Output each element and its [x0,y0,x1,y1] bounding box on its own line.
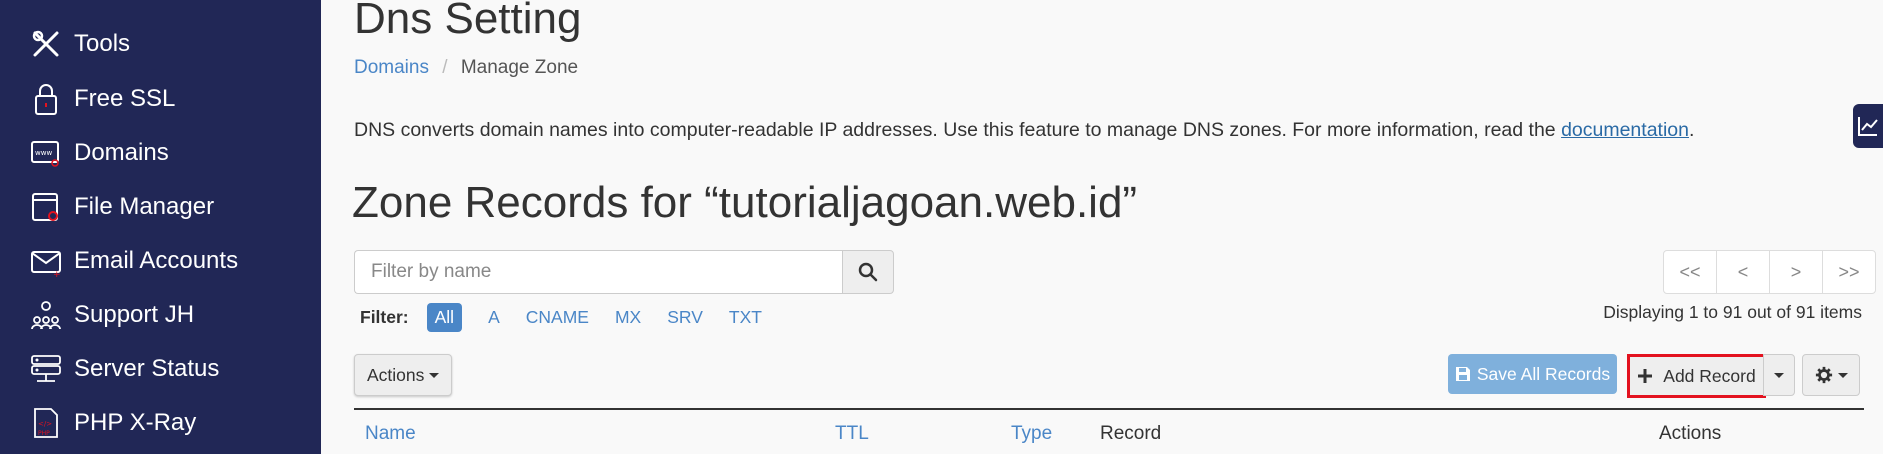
column-header-ttl[interactable]: TTL [835,423,869,445]
description-text: DNS converts domain names into computer-… [354,119,1562,141]
page-description: DNS converts domain names into computer-… [354,119,1694,142]
filter-bar: Filter: All A CNAME MX SRV TXT [360,303,788,332]
search-icon [858,262,878,282]
page-title: Dns Setting [354,0,582,43]
documentation-link[interactable]: documentation [1561,119,1689,141]
actions-label: Actions [367,364,425,385]
add-record-button[interactable]: Add Record [1627,354,1766,398]
filter-cname[interactable]: CNAME [526,307,589,328]
sidebar-item-tools[interactable]: Tools [28,22,130,66]
svg-text:+: + [53,270,61,278]
tools-icon [28,26,64,62]
search-button[interactable] [842,250,894,294]
column-header-actions: Actions [1659,423,1722,444]
prev-page-button[interactable]: < [1716,250,1770,294]
stats-side-tab[interactable] [1853,104,1883,148]
support-icon [28,297,64,333]
filter-label: Filter: [360,307,409,327]
svg-text:www: www [35,149,52,157]
description-end: . [1688,119,1695,141]
save-all-records-button[interactable]: Save All Records [1448,354,1617,394]
sidebar-item-label: Support JH [74,301,195,328]
sidebar-item-file-manager[interactable]: File Manager [28,185,214,229]
column-header-type[interactable]: Type [1011,423,1052,445]
chevron-down-icon [429,372,440,378]
sidebar-item-label: Free SSL [74,85,176,112]
email-icon: + [28,243,64,279]
gear-icon [1815,366,1832,384]
sidebar-item-label: Server Status [74,355,220,382]
last-page-button[interactable]: >> [1822,250,1876,294]
server-icon [28,351,64,387]
domains-icon: www [28,135,64,171]
sidebar-item-php-x-ray[interactable]: </> PHP PHP X-Ray [28,401,196,445]
sidebar-item-support-jh[interactable]: Support JH [28,293,194,337]
add-record-dropdown-toggle[interactable] [1763,354,1795,396]
chevron-down-icon [1774,372,1784,378]
filter-srv[interactable]: SRV [667,307,703,328]
first-page-button[interactable]: << [1663,250,1717,294]
save-all-label: Save All Records [1476,363,1611,384]
breadcrumb-separator: / [442,57,448,78]
sidebar-item-label: File Manager [74,193,215,220]
search-input[interactable] [354,250,843,294]
sidebar-item-label: Email Accounts [74,247,239,274]
svg-text:PHP: PHP [38,430,50,437]
php-icon: </> PHP [28,405,64,441]
main-content: Dns Setting Domains / Manage Zone DNS co… [321,0,1883,454]
filter-mx[interactable]: MX [615,307,641,328]
plus-icon [1638,369,1653,383]
table-header-divider [354,408,1864,410]
pagination-status: Displaying 1 to 91 out of 91 items [1603,302,1862,322]
file-manager-icon [28,189,64,225]
next-page-button[interactable]: > [1769,250,1823,294]
lock-icon [28,81,64,117]
search-group [354,250,894,294]
breadcrumb-current: Manage Zone [460,57,579,78]
zone-records-title: Zone Records for “tutorialjagoan.web.id” [352,178,1138,227]
filter-a[interactable]: A [488,307,500,328]
actions-dropdown-button[interactable]: Actions [354,354,453,396]
sidebar-item-free-ssl[interactable]: Free SSL [28,77,175,121]
pagination: << < > >> [1663,250,1876,294]
sidebar-item-label: Tools [74,30,131,57]
filter-txt[interactable]: TXT [729,307,762,328]
sidebar-item-domains[interactable]: www Domains [28,131,169,175]
column-header-name[interactable]: Name [365,423,416,445]
sidebar: Tools Free SSL www Domains File Manager … [0,0,321,454]
floppy-disk-icon [1455,367,1470,381]
svg-text:</>: </> [38,420,52,428]
settings-dropdown-button[interactable] [1802,354,1860,396]
line-chart-icon [1858,117,1878,136]
filter-all[interactable]: All [426,303,463,332]
sidebar-item-label: PHP X-Ray [74,409,197,436]
breadcrumb-domains-link[interactable]: Domains [354,57,429,78]
add-record-label: Add Record [1663,365,1756,386]
sidebar-item-email-accounts[interactable]: + Email Accounts [28,239,238,283]
chevron-down-icon [1837,372,1848,378]
sidebar-item-server-status[interactable]: Server Status [28,347,219,391]
column-header-record: Record [1100,423,1162,444]
breadcrumb: Domains / Manage Zone [354,57,578,79]
sidebar-item-label: Domains [74,139,169,166]
